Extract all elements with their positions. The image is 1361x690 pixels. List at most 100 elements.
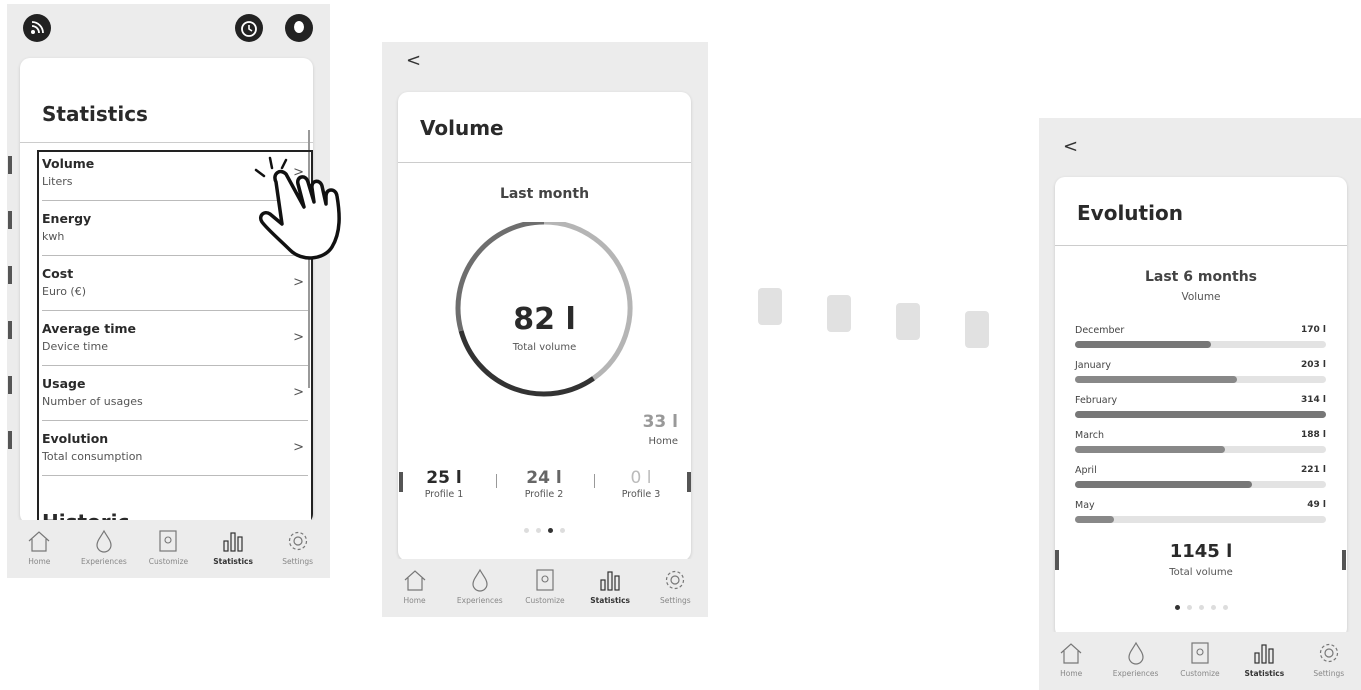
page-dot[interactable]	[1174, 605, 1180, 610]
row-indicator	[8, 431, 12, 449]
page-dot[interactable]	[1198, 605, 1204, 610]
profile-2-stat: 24 l Profile 2	[509, 468, 579, 500]
bar	[1075, 411, 1326, 418]
bar-value-label: 221 l	[1300, 465, 1326, 475]
nav-label: Home	[403, 596, 426, 605]
nav-item-statistics[interactable]: Statistics	[203, 528, 263, 566]
flow-step-placeholder	[827, 295, 851, 332]
next-page-handle[interactable]	[687, 472, 691, 492]
bottom-nav: Home Experiences Customize Statistics Se…	[382, 559, 708, 617]
device-icon	[159, 530, 178, 552]
divider	[496, 474, 497, 488]
divider	[594, 474, 595, 488]
nav-label: Statistics	[1244, 669, 1285, 678]
page-dot[interactable]	[1222, 605, 1228, 610]
home-icon	[28, 531, 50, 552]
nav-item-statistics[interactable]: Statistics	[580, 567, 640, 605]
nav-label: Settings	[282, 557, 314, 566]
gear-icon	[1319, 643, 1338, 663]
page-dot[interactable]	[536, 528, 541, 533]
bar-track	[1075, 446, 1326, 453]
bar-value-label: 188 l	[1300, 430, 1326, 440]
nav-item-home[interactable]: Home	[385, 567, 445, 605]
bottom-nav: Home Experiences Customize Statistics Se…	[1039, 632, 1361, 690]
row-indicator	[8, 211, 12, 229]
period-label: Last 6 months	[1144, 269, 1258, 285]
bar	[1075, 376, 1238, 383]
nav-label: Home	[28, 557, 51, 566]
divider	[398, 162, 691, 163]
row-indicator	[8, 321, 12, 339]
page-indicator[interactable]	[398, 528, 691, 533]
nav-label: Statistics	[213, 557, 253, 566]
nav-item-customize[interactable]: Customize	[515, 567, 575, 605]
bar	[1075, 481, 1252, 488]
home-volume-label: Home	[648, 436, 678, 447]
nav-item-settings[interactable]: Settings	[1299, 640, 1359, 678]
page-indicator[interactable]	[1055, 605, 1347, 610]
page-dot[interactable]	[560, 528, 565, 533]
total-volume-value: 82 l	[513, 302, 576, 337]
alarm-icon[interactable]	[235, 14, 263, 42]
nav-item-settings[interactable]: Settings	[645, 567, 705, 605]
back-button[interactable]: <	[1063, 136, 1078, 157]
profile-value: 25 l	[426, 468, 462, 488]
nav-item-settings[interactable]: Settings	[268, 528, 328, 566]
connection-icon[interactable]	[23, 14, 51, 42]
nav-item-customize[interactable]: Customize	[138, 528, 198, 566]
profile-value: 24 l	[526, 468, 562, 488]
bar-track	[1075, 411, 1326, 418]
nav-item-experiences[interactable]: Experiences	[1106, 640, 1166, 678]
bar	[1075, 516, 1115, 523]
card-title: Evolution	[1077, 201, 1183, 225]
donut-segment-home	[543, 222, 633, 381]
nav-label: Customize	[1180, 669, 1220, 678]
nav-item-statistics[interactable]: Statistics	[1234, 640, 1294, 678]
bar-category-label: March	[1075, 430, 1104, 441]
profile-icon[interactable]	[285, 14, 313, 42]
nav-item-customize[interactable]: Customize	[1170, 640, 1230, 678]
flow-step-placeholder	[965, 311, 989, 348]
bar-category-label: January	[1075, 360, 1112, 371]
nav-item-home[interactable]: Home	[9, 528, 69, 566]
row-indicator	[8, 266, 12, 284]
bar-row-january: January 203 l	[1075, 360, 1326, 394]
profile-1-stat: 25 l Profile 1	[409, 468, 479, 500]
nav-label: Experiences	[1112, 669, 1159, 678]
bar-chart-icon	[600, 571, 620, 591]
gear-icon	[288, 531, 307, 551]
nav-item-experiences[interactable]: Experiences	[450, 567, 510, 605]
previous-page-handle[interactable]	[399, 472, 403, 492]
page-title: Statistics	[42, 102, 148, 126]
back-button[interactable]: <	[406, 50, 421, 71]
bar	[1075, 446, 1226, 453]
row-indicator	[8, 156, 12, 174]
bar-track	[1075, 481, 1326, 488]
nav-item-home[interactable]: Home	[1041, 640, 1101, 678]
total-volume-value: 1145 l	[1169, 541, 1233, 562]
nav-label: Settings	[659, 596, 691, 605]
bar-value-label: 203 l	[1300, 360, 1326, 370]
bar-track	[1075, 516, 1326, 523]
device-icon	[1191, 642, 1209, 664]
profile-name: Profile 2	[524, 489, 564, 500]
nav-label: Statistics	[590, 596, 631, 605]
nav-item-experiences[interactable]: Experiences	[74, 528, 134, 566]
metric-label: Volume	[1181, 291, 1221, 303]
total-volume-label: Total volume	[1169, 567, 1233, 578]
previous-page-handle[interactable]	[1055, 550, 1059, 570]
flow-step-placeholder	[758, 288, 782, 325]
page-dot[interactable]	[1210, 605, 1216, 610]
divider	[20, 142, 313, 143]
next-page-handle[interactable]	[1342, 550, 1346, 570]
page-dot[interactable]	[1186, 605, 1192, 610]
nav-label: Home	[1060, 669, 1083, 678]
nav-label: Experiences	[81, 557, 127, 566]
bar-value-label: 170 l	[1300, 325, 1326, 335]
page-dot[interactable]	[524, 528, 529, 533]
bar-row-may: May 49 l	[1075, 500, 1326, 534]
bar-row-march: March 188 l	[1075, 430, 1326, 464]
page-dot[interactable]	[548, 528, 553, 533]
gear-icon	[666, 570, 685, 590]
evolution-card: Evolution Last 6 months Volume December 1…	[1055, 177, 1347, 638]
